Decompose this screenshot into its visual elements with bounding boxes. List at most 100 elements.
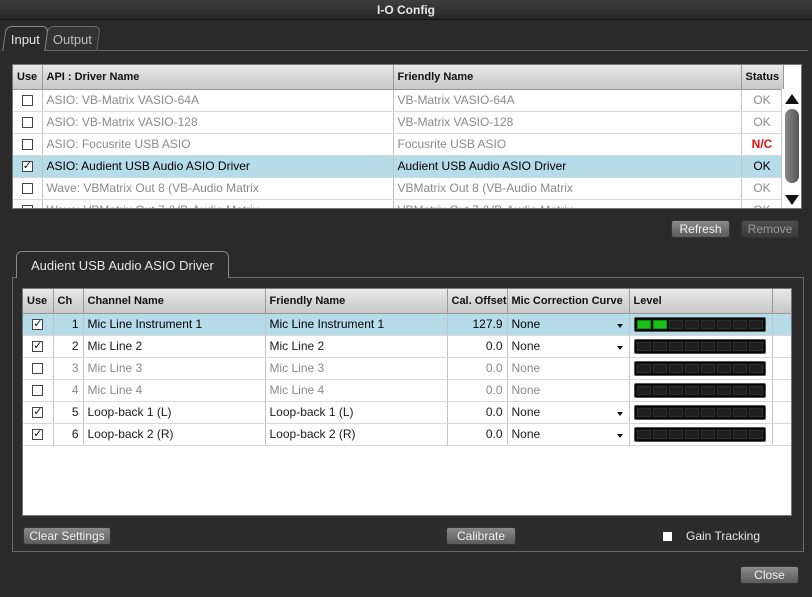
dropdown-caret-icon[interactable] [616,433,623,438]
driver-row[interactable]: ASIO: VB-Matrix VASIO-64A VB-Matrix VASIO… [13,89,784,112]
driver-row[interactable]: Wave: VBMatrix Out 7 (VB-Audio MatrixVBM… [13,199,784,208]
meter-segment [652,319,667,329]
meter-segment [700,341,715,351]
use-cell[interactable] [13,111,43,134]
friendly-name-cell: VB-Matrix VASIO-64A [393,89,742,112]
cal-offset-cell[interactable]: 0.0 [447,401,508,424]
col-spacer [772,289,791,314]
level-cell [629,313,773,336]
channel-name-cell[interactable]: Mic Line 2 [83,335,266,358]
level-meter [633,338,766,354]
channel-row[interactable]: 6Loop-back 2 (R)Loop-back 2 (R)0.0None [23,423,791,446]
drivers-scrollbar[interactable] [781,89,801,208]
refresh-button[interactable]: Refresh [671,220,730,238]
channel-row[interactable]: 2Mic Line 2Mic Line 20.0None [23,335,791,358]
use-cell[interactable] [13,177,43,200]
drivers-header-row: Use API : Driver Name Friendly Name Stat… [13,65,784,90]
scroll-thumb[interactable] [785,109,799,183]
cal-offset-cell[interactable]: 0.0 [447,335,508,358]
friendly-name-cell[interactable]: Mic Line Instrument 1 [265,313,448,336]
channel-name-cell[interactable]: Loop-back 2 (R) [83,423,266,446]
driver-row[interactable]: ASIO: Audient USB Audio ASIO DriverAudie… [13,155,784,178]
col-cal-offset[interactable]: Cal. Offset [447,289,508,314]
friendly-name-cell[interactable]: Mic Line 2 [265,335,448,358]
channel-name-cell[interactable]: Loop-back 1 (L) [83,401,266,424]
dropdown-caret-icon[interactable] [616,411,623,416]
remove-button[interactable]: Remove [741,220,799,238]
gain-tracking-checkbox[interactable] [663,532,672,541]
cal-offset-cell[interactable]: 0.0 [447,423,508,446]
use-cell[interactable] [13,89,43,112]
tab-driver[interactable]: Audient USB Audio ASIO Driver [16,251,229,278]
spacer-cell [772,401,791,424]
driver-row[interactable]: ASIO: Focusrite USB ASIO Focusrite USB AS… [13,133,784,156]
col-use[interactable]: Use [13,65,43,90]
use-cell[interactable] [23,313,54,336]
use-checkbox[interactable] [32,339,44,353]
curve-select[interactable]: None [507,313,630,336]
meter-segment [652,407,667,417]
use-checkbox[interactable] [21,139,33,151]
use-cell[interactable] [23,357,54,380]
use-checkbox[interactable] [21,95,33,107]
ch-cell: 3 [53,357,84,380]
dropdown-caret-icon[interactable] [616,345,623,350]
use-checkbox[interactable] [32,385,44,397]
driver-row[interactable]: ASIO: VB-Matrix VASIO-128 VB-Matrix VASIO… [13,111,784,134]
use-checkbox[interactable] [21,159,33,173]
curve-select[interactable]: None [507,335,630,358]
cal-offset-cell[interactable]: 0.0 [447,379,508,402]
use-cell[interactable] [23,401,54,424]
friendly-name-cell[interactable]: Mic Line 3 [265,357,448,380]
use-checkbox[interactable] [21,205,33,208]
curve-select[interactable]: None [507,401,630,424]
channel-row[interactable]: 4 Mic Line 4 Mic Line 4 0.0 None [23,379,791,402]
use-checkbox[interactable] [32,427,44,441]
cal-offset-cell[interactable]: 127.9 [447,313,508,336]
meter-segment [636,407,651,417]
channel-row[interactable]: 3 Mic Line 3 Mic Line 3 0.0 None [23,357,791,380]
tab-output[interactable]: Output [44,26,101,51]
friendly-name-cell[interactable]: Mic Line 4 [265,379,448,402]
col-api-driver-name[interactable]: API : Driver Name [42,65,394,90]
curve-value: None [511,383,541,397]
channel-name-cell[interactable]: Mic Line 4 [83,379,266,402]
cal-offset-cell[interactable]: 0.0 [447,357,508,380]
tab-input[interactable]: Input [2,26,49,51]
col-status[interactable]: Status [741,65,784,90]
dropdown-caret-icon[interactable] [616,323,623,328]
use-cell[interactable] [23,423,54,446]
col-friendly-name[interactable]: Friendly Name [393,65,742,90]
curve-select[interactable]: None [507,423,630,446]
col-level[interactable]: Level [629,289,773,314]
col-use[interactable]: Use [23,289,54,314]
friendly-name-cell[interactable]: Loop-back 1 (L) [265,401,448,424]
col-ch[interactable]: Ch [53,289,84,314]
channel-name-cell[interactable]: Mic Line 3 [83,357,266,380]
scroll-up-icon[interactable] [785,94,799,104]
col-channel-name[interactable]: Channel Name [83,289,266,314]
use-cell[interactable] [23,335,54,358]
friendly-name-cell: VB-Matrix VASIO-128 [393,111,742,134]
use-checkbox[interactable] [32,363,44,375]
use-cell[interactable] [13,155,43,178]
channel-row[interactable]: 1Mic Line Instrument 1Mic Line Instrumen… [23,313,791,336]
driver-row[interactable]: Wave: VBMatrix Out 8 (VB-Audio Matrix VBM… [13,177,784,200]
use-checkbox[interactable] [32,405,44,419]
clear-settings-button[interactable]: Clear Settings [23,527,111,545]
col-mic-correction-curve[interactable]: Mic Correction Curve [507,289,630,314]
use-checkbox[interactable] [21,117,33,129]
use-checkbox[interactable] [21,183,33,195]
friendly-name-cell[interactable]: Loop-back 2 (R) [265,423,448,446]
close-button[interactable]: Close [740,566,799,584]
use-cell[interactable] [23,379,54,402]
use-cell[interactable] [13,133,43,156]
calibrate-button[interactable]: Calibrate [446,527,516,545]
meter-segment [716,385,731,395]
channel-row[interactable]: 5Loop-back 1 (L)Loop-back 1 (L)0.0None [23,401,791,424]
col-friendly-name[interactable]: Friendly Name [265,289,448,314]
use-cell[interactable] [13,199,43,208]
scroll-down-icon[interactable] [785,195,799,205]
channel-name-cell[interactable]: Mic Line Instrument 1 [83,313,266,336]
use-checkbox[interactable] [32,317,44,331]
